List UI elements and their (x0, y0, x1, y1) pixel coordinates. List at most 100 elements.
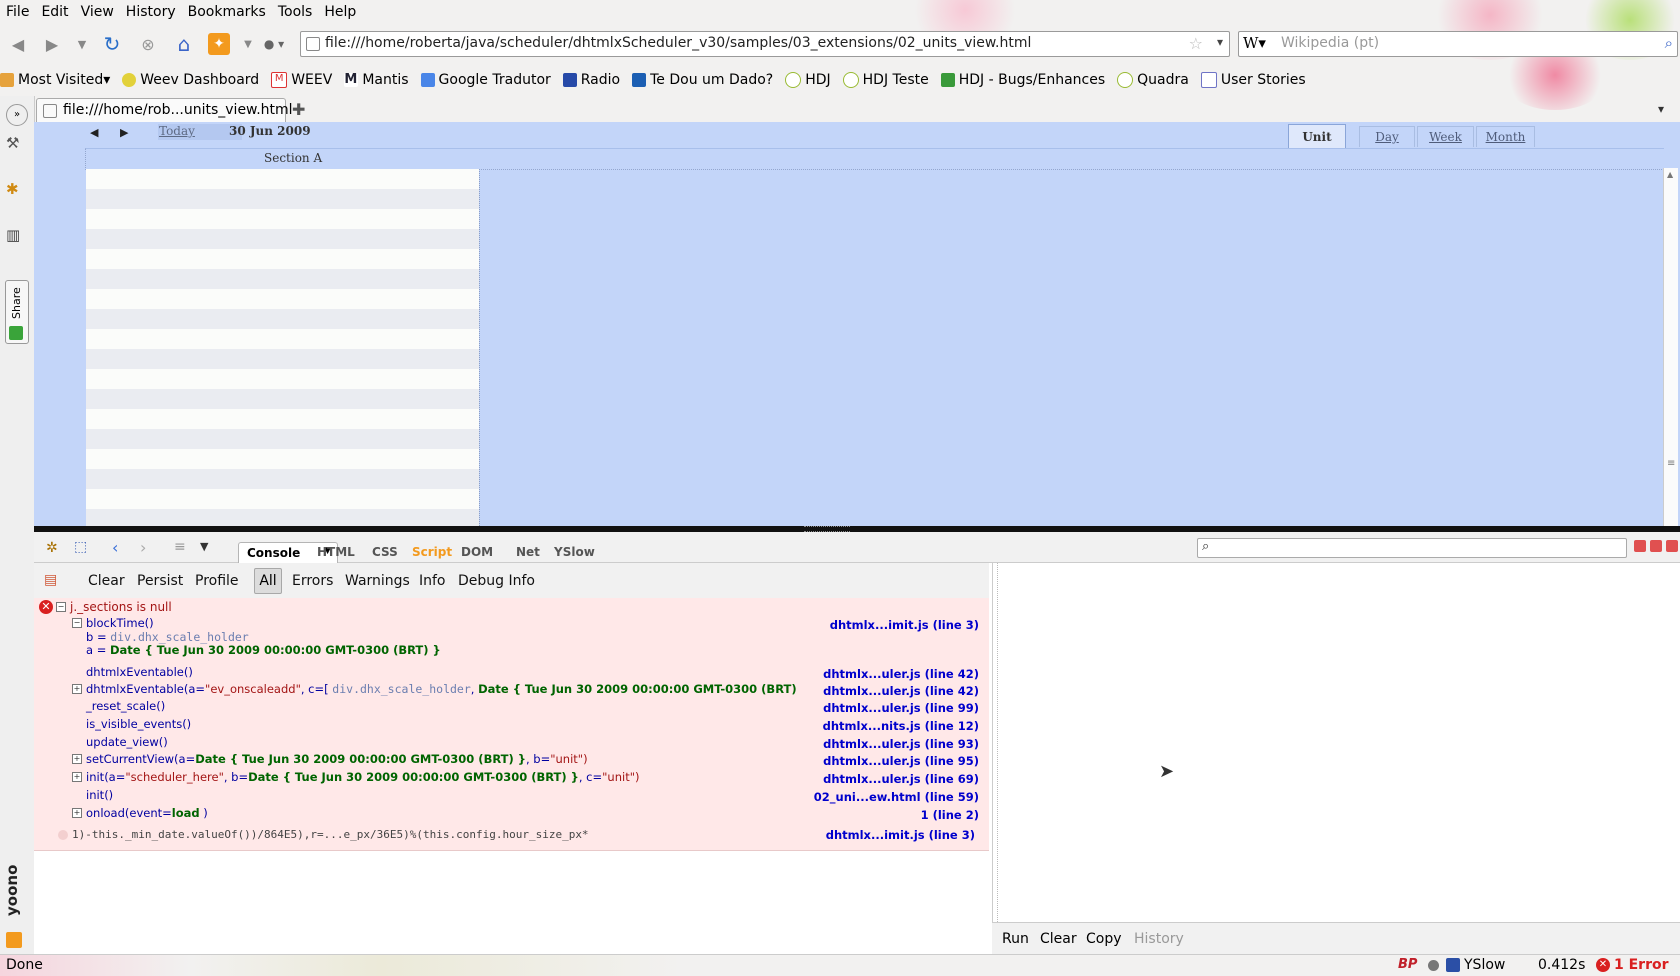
stack-frame-fn[interactable]: dhtmlxEventable(a="ev_onscaleadd", c=[ d… (86, 682, 797, 696)
collapse-icon[interactable]: − (72, 618, 82, 628)
yslow-label[interactable]: YSlow (1464, 957, 1505, 973)
scroll-up-icon[interactable]: ▲ (1667, 170, 1673, 179)
tab-yslow[interactable]: YSlow (554, 545, 595, 559)
stack-frame-fn[interactable]: onload(event=load ) (86, 806, 208, 820)
friends-icon[interactable]: ✱ (6, 180, 26, 200)
yslow-icon[interactable] (1446, 958, 1460, 972)
stack-frame-fn[interactable]: init(a="scheduler_here", b=Date { Tue Ju… (86, 770, 640, 784)
bookmark-most-visited[interactable]: Most Visited ▾ (0, 72, 110, 88)
filter-debug-info-button[interactable]: Debug Info (458, 573, 535, 589)
scheduler-scrollbar[interactable]: ▲ ≡ (1663, 168, 1678, 526)
today-button[interactable]: Today (159, 124, 195, 138)
filter-warnings-button[interactable]: Warnings (345, 573, 410, 589)
bp-icon[interactable]: BP (1398, 957, 1417, 972)
tab-script[interactable]: Script (412, 545, 452, 559)
close-icon[interactable] (1666, 540, 1678, 552)
search-bar[interactable]: W▾ Wikipedia (pt) ⌕ (1238, 31, 1678, 57)
tab-html[interactable]: HTML (317, 545, 355, 559)
bookmark-mantis[interactable]: M Mantis (344, 72, 409, 88)
stack-frame-source[interactable]: dhtmlx...uler.js (line 99) (823, 701, 979, 715)
breakpoint-icon[interactable] (58, 830, 68, 840)
stack-frame-fn[interactable]: init() (86, 788, 113, 802)
bookmark-star-icon[interactable]: ☆ (1189, 34, 1203, 53)
stack-frame-fn[interactable]: update_view() (86, 735, 168, 749)
bookmark-hdj[interactable]: HDJ (785, 72, 831, 88)
filter-errors-button[interactable]: Errors (292, 573, 333, 589)
source-line-source[interactable]: dhtmlx...imit.js (line 3) (826, 828, 975, 842)
list-icon[interactable]: ≡ (174, 539, 186, 555)
inspect-icon[interactable]: ⬚ (74, 539, 87, 555)
expand-icon[interactable]: + (72, 772, 82, 782)
menu-help[interactable]: Help (318, 4, 362, 20)
firebug-icon[interactable]: ✲ (46, 540, 58, 556)
next-icon[interactable]: › (140, 538, 146, 557)
stack-frame-source[interactable]: dhtmlx...imit.js (line 3) (830, 618, 979, 632)
expand-icon[interactable]: + (72, 808, 82, 818)
addon-icon[interactable]: ✦ (208, 33, 230, 55)
clear-button[interactable]: Clear (88, 573, 125, 589)
stack-frame-fn[interactable]: blockTime() (86, 616, 154, 630)
stack-frame-source[interactable]: dhtmlx...uler.js (line 93) (823, 737, 979, 751)
stack-frame-fn[interactable]: _reset_scale() (86, 699, 165, 713)
bookmark-hdj-bugs[interactable]: HDJ - Bugs/Enhances (940, 72, 1105, 88)
back-icon[interactable]: ◀ (6, 32, 30, 56)
stack-frame-source[interactable]: 1 (line 2) (921, 808, 979, 822)
stack-frame-fn[interactable]: setCurrentView(a=Date { Tue Jun 30 2009 … (86, 752, 588, 766)
bookmark-te-dou-um-dado[interactable]: Te Dou um Dado? (632, 72, 773, 88)
firebug-search-input[interactable]: ⌕ (1197, 538, 1627, 558)
forward-icon[interactable]: ▶ (40, 32, 64, 56)
expand-icon[interactable]: + (72, 684, 82, 694)
bookmark-google-tradutor[interactable]: Google Tradutor (420, 72, 551, 88)
reload-icon[interactable]: ↻ (100, 32, 124, 56)
stack-frame-source[interactable]: dhtmlx...uler.js (line 42) (823, 667, 979, 681)
menu-tools[interactable]: Tools (272, 4, 319, 20)
menu-dropdown-icon[interactable]: ▼ (200, 540, 208, 553)
tab-net[interactable]: Net (516, 545, 540, 559)
status-dot-icon[interactable] (1428, 960, 1439, 971)
home-icon[interactable]: ⌂ (172, 32, 196, 56)
previous-icon[interactable]: ‹ (112, 538, 118, 557)
tab-list-icon[interactable]: ▾ (1658, 102, 1664, 116)
scroll-grip-icon[interactable]: ≡ (1667, 458, 1675, 469)
tab-dom[interactable]: DOM (461, 545, 493, 559)
stack-frame-source[interactable]: dhtmlx...uler.js (line 95) (823, 754, 979, 768)
stack-frame-source[interactable]: dhtmlx...uler.js (line 42) (823, 684, 979, 698)
filter-all-button[interactable]: All (254, 568, 282, 594)
tab-month[interactable]: Month (1476, 126, 1535, 147)
next-button[interactable]: ▶ (120, 126, 128, 139)
detach-icon[interactable] (1650, 540, 1662, 552)
bookmark-radio[interactable]: Radio (562, 72, 620, 88)
menu-history[interactable]: History (120, 4, 182, 20)
panel-icon[interactable]: ▥ (6, 226, 26, 246)
search-icon[interactable]: ⌕ (1665, 34, 1673, 52)
error-count[interactable]: 1 Error (1614, 957, 1669, 973)
run-button[interactable]: Run (1002, 931, 1029, 947)
bookmark-quadra[interactable]: Quadra (1117, 72, 1189, 88)
collapse-icon[interactable]: − (56, 602, 66, 612)
expand-icon[interactable]: + (72, 754, 82, 764)
persist-button[interactable]: Persist (137, 573, 183, 589)
identity-icon[interactable]: ● ▾ (262, 32, 286, 56)
unit-column[interactable] (86, 169, 480, 529)
menu-file[interactable]: File (0, 4, 35, 20)
menu-edit[interactable]: Edit (35, 4, 74, 20)
bookmark-hdj-teste[interactable]: HDJ Teste (842, 72, 929, 88)
wrench-icon[interactable]: ⚒ (6, 134, 26, 154)
history-button[interactable]: History (1134, 931, 1184, 947)
filter-info-button[interactable]: Info (419, 573, 446, 589)
clear-command-button[interactable]: Clear (1040, 931, 1077, 947)
browser-tab[interactable]: file:///home/rob...units_view.html (36, 98, 293, 123)
bookmark-user-stories[interactable]: User Stories (1200, 72, 1306, 88)
stack-frame-source[interactable]: dhtmlx...uler.js (line 69) (823, 772, 979, 786)
profile-button[interactable]: Profile (195, 573, 239, 589)
stack-frame-fn[interactable]: is_visible_events() (86, 717, 191, 731)
bookmark-weev-dashboard[interactable]: Weev Dashboard (122, 72, 259, 88)
stack-frame-fn[interactable]: dhtmlxEventable() (86, 665, 193, 679)
minimize-icon[interactable] (1634, 540, 1646, 552)
tab-day[interactable]: Day (1359, 126, 1415, 147)
url-bar[interactable]: file:///home/roberta/java/scheduler/dhtm… (300, 31, 1230, 57)
expand-icon[interactable]: » (6, 104, 28, 126)
url-dropdown-icon[interactable]: ▾ (1217, 35, 1223, 49)
menu-bookmarks[interactable]: Bookmarks (182, 4, 272, 20)
bookmark-weev[interactable]: M WEEV (271, 72, 332, 88)
